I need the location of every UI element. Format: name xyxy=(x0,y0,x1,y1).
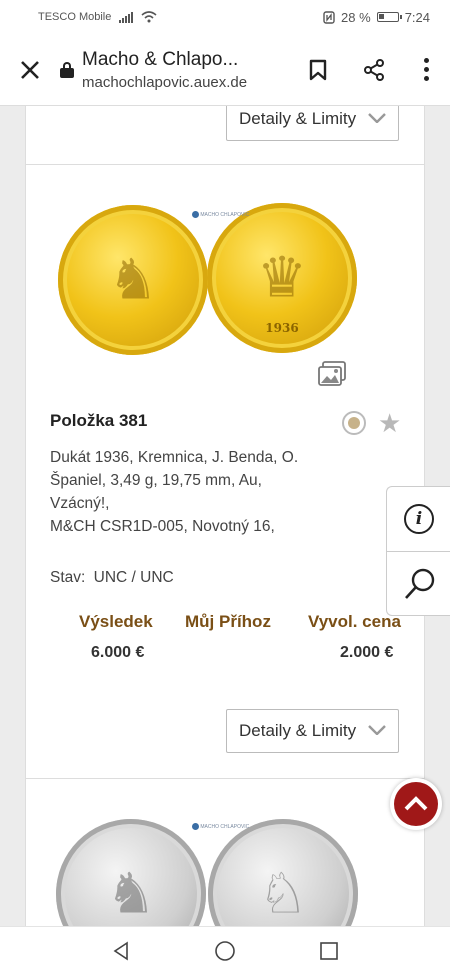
coin-knight-emblem: ♞ xyxy=(105,861,157,927)
chevron-down-icon xyxy=(368,722,386,740)
coin-reverse-image-next[interactable]: ♘ xyxy=(208,819,358,926)
back-icon[interactable] xyxy=(111,941,131,961)
watermark: MACHO CHLAPOVIC xyxy=(192,211,249,218)
watermark: MACHO CHLAPOVIC xyxy=(192,823,249,830)
result-header: Výsledek xyxy=(79,612,153,631)
bookmark-button[interactable] xyxy=(290,34,346,106)
condition-label: Stav: xyxy=(50,569,86,586)
details-limits-label: Detaily & Limity xyxy=(239,721,357,740)
nfc-icon xyxy=(323,10,335,24)
share-button[interactable] xyxy=(346,34,402,106)
coin-obverse-image-next[interactable]: ♞ xyxy=(56,819,206,926)
coin-year: 1936 xyxy=(265,321,299,335)
description-line: Vzácný!, xyxy=(50,495,110,512)
recents-icon[interactable] xyxy=(319,941,339,961)
lot-card: ♞ ♛ 1936 MACHO CHLAPOVIC Položka 381 ★ D… xyxy=(25,164,425,780)
share-icon xyxy=(364,58,384,81)
favorite-star-icon[interactable]: ★ xyxy=(378,410,401,436)
close-button[interactable] xyxy=(0,34,60,106)
clock: 7:24 xyxy=(404,9,430,25)
details-limits-button-previous[interactable]: Detaily & Limity xyxy=(226,106,399,141)
browser-toolbar: Macho & Chlapo... machochlapovic.auex.de xyxy=(0,34,450,106)
close-icon xyxy=(21,60,39,79)
coin-reverse-image[interactable]: ♛ 1936 xyxy=(207,203,357,353)
chevron-up-icon xyxy=(404,796,428,811)
page-url: machochlapovic.auex.de xyxy=(82,73,248,91)
coin-type-icon xyxy=(342,411,366,435)
battery-icon xyxy=(376,12,402,22)
condition: Stav: UNC / UNC xyxy=(50,569,174,587)
chevron-down-icon xyxy=(368,110,386,128)
search-icon[interactable] xyxy=(403,567,437,601)
coin-knight-emblem: ♞ xyxy=(107,247,159,313)
carrier-label: TESCO Mobile xyxy=(38,11,112,23)
divider xyxy=(387,551,450,552)
info-icon[interactable]: i xyxy=(404,504,434,534)
lot-title: Položka 381 xyxy=(50,411,148,430)
coin-rider-emblem: ♘ xyxy=(257,861,309,927)
menu-button[interactable] xyxy=(402,34,450,106)
page-content: Detaily & Limity ♞ ♛ 1936 MACHO CHLAPOVI… xyxy=(0,106,450,926)
coin-lion-emblem: ♛ xyxy=(256,245,308,311)
status-bar: TESCO Mobile 28 % 7:24 xyxy=(0,0,450,34)
wifi-icon xyxy=(141,11,157,23)
system-nav-bar xyxy=(0,926,450,975)
signal-icon xyxy=(119,11,134,23)
battery-percent: 28 % xyxy=(341,9,371,25)
start-price-value: 2.000 € xyxy=(340,644,394,661)
side-tools-panel: i xyxy=(386,486,450,616)
description-line: Dukát 1936, Kremnica, J. Benda, O. xyxy=(50,449,299,466)
lot-card-next: ♞ ♘ MACHO CHLAPOVIC xyxy=(25,778,425,926)
scroll-top-button[interactable] xyxy=(390,778,442,830)
start-price-header: Vyvol. cena xyxy=(308,612,401,631)
gallery-icon[interactable] xyxy=(317,360,347,388)
lot-description: Dukát 1936, Kremnica, J. Benda, O. Špani… xyxy=(50,446,350,538)
url-block[interactable]: Macho & Chlapo... machochlapovic.auex.de xyxy=(82,49,290,91)
details-limits-label: Detaily & Limity xyxy=(239,109,357,128)
coin-obverse-image[interactable]: ♞ xyxy=(58,205,208,355)
lock-icon xyxy=(60,61,74,78)
page-title: Macho & Chlapo... xyxy=(82,48,239,70)
bookmark-icon xyxy=(309,59,327,80)
details-limits-button[interactable]: Detaily & Limity xyxy=(226,709,399,753)
more-vert-icon xyxy=(423,58,429,81)
lot-badges: ★ xyxy=(342,410,401,436)
description-line: Španiel, 3,49 g, 19,75 mm, Au, xyxy=(50,472,262,489)
result-value: 6.000 € xyxy=(91,644,145,661)
lot-card-previous: Detaily & Limity xyxy=(25,106,425,166)
description-line: M&CH CSR1D-005, Novotný 16, xyxy=(50,518,275,535)
my-bid-header: Můj Příhoz xyxy=(185,612,271,631)
condition-value: UNC / UNC xyxy=(93,569,174,586)
home-icon[interactable] xyxy=(214,940,236,962)
